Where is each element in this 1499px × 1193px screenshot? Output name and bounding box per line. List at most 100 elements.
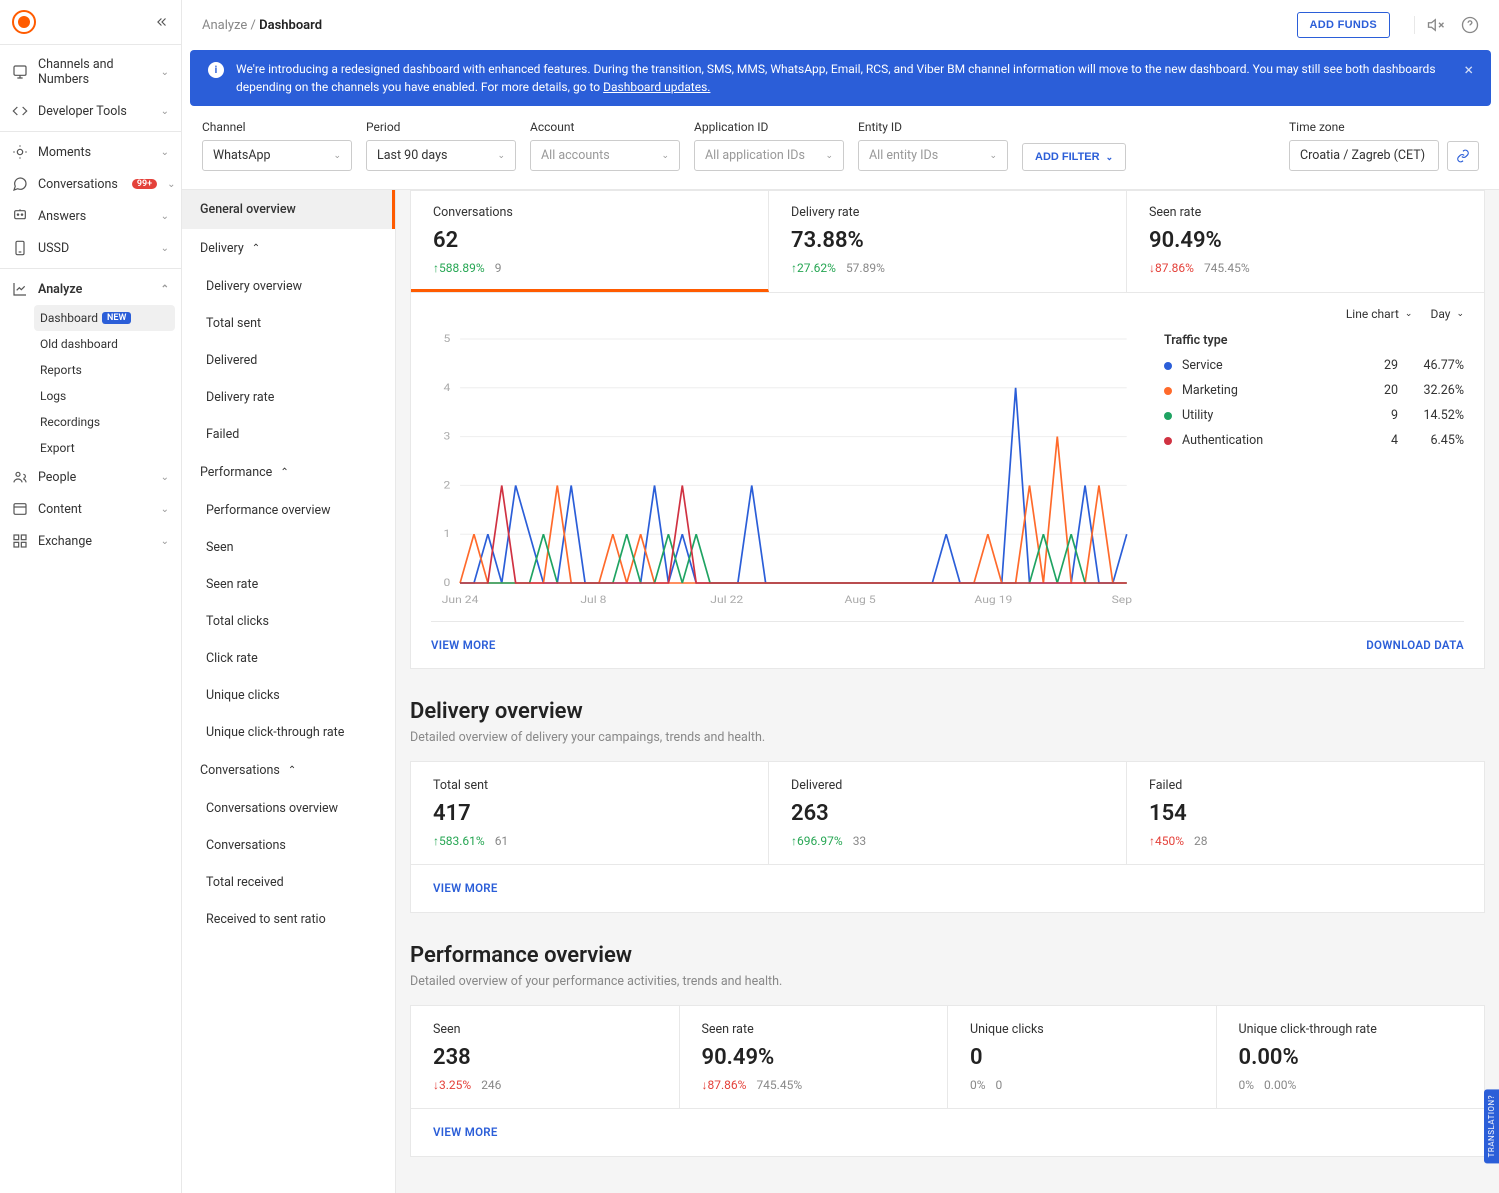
bs-seen[interactable]: Seen bbox=[182, 529, 395, 566]
nav-conversations[interactable]: Conversations 99+ ⌄ bbox=[0, 168, 181, 200]
legend-row[interactable]: Authentication 4 6.45% bbox=[1164, 433, 1464, 448]
add-filter-button[interactable]: ADD FILTER⌄ bbox=[1022, 143, 1126, 171]
entity-id-select[interactable]: All entity IDs⌄ bbox=[858, 140, 1008, 171]
svg-text:Jul 8: Jul 8 bbox=[580, 594, 606, 606]
legend-row[interactable]: Marketing 20 32.26% bbox=[1164, 383, 1464, 398]
bs-click-rate[interactable]: Click rate bbox=[182, 640, 395, 677]
card-delta: ↑696.97% bbox=[791, 834, 843, 848]
bs-conversations-group[interactable]: Conversations⌃ bbox=[182, 751, 395, 790]
filter-label-account: Account bbox=[530, 120, 680, 134]
chevron-down-icon: ⌄ bbox=[161, 67, 169, 78]
bs-delivered[interactable]: Delivered bbox=[182, 342, 395, 379]
banner-close-icon[interactable]: × bbox=[1464, 60, 1473, 79]
bs-seen-rate[interactable]: Seen rate bbox=[182, 566, 395, 603]
bs-unique-clicks[interactable]: Unique clicks bbox=[182, 677, 395, 714]
app-logo[interactable] bbox=[12, 10, 36, 34]
translation-tag[interactable]: TRANSLATION? bbox=[1484, 1089, 1499, 1163]
conversations-icon bbox=[12, 176, 28, 192]
metric-card[interactable]: Unique clicks 0 0%0 bbox=[948, 1006, 1217, 1108]
chart-type-select[interactable]: Line chart ⌄ bbox=[1346, 307, 1413, 321]
metric-delivery-rate[interactable]: Delivery rate 73.88% ↑27.62%57.89% bbox=[769, 191, 1127, 292]
legend-row[interactable]: Utility 9 14.52% bbox=[1164, 408, 1464, 423]
card-delta: 0% bbox=[970, 1078, 986, 1092]
bs-delivery-rate[interactable]: Delivery rate bbox=[182, 379, 395, 416]
bs-performance-overview[interactable]: Performance overview bbox=[182, 492, 395, 529]
performance-view-more[interactable]: VIEW MORE bbox=[433, 1125, 498, 1139]
bs-total-received[interactable]: Total received bbox=[182, 864, 395, 901]
nav-analyze-logs[interactable]: Logs bbox=[40, 383, 181, 409]
card-value: 263 bbox=[791, 801, 1104, 826]
chevron-down-icon: ⌄ bbox=[661, 151, 669, 161]
moments-icon bbox=[12, 144, 28, 160]
bs-conversations[interactable]: Conversations bbox=[182, 827, 395, 864]
card-value: 90.49% bbox=[702, 1045, 926, 1070]
chevron-down-icon: ⌄ bbox=[989, 151, 997, 161]
nav-dev-tools[interactable]: Developer Tools ⌄ bbox=[0, 95, 181, 127]
account-select[interactable]: All accounts⌄ bbox=[530, 140, 680, 171]
nav-people[interactable]: People ⌄ bbox=[0, 461, 181, 493]
chart-granularity-select[interactable]: Day ⌄ bbox=[1430, 307, 1464, 321]
nav-content[interactable]: Content ⌄ bbox=[0, 493, 181, 525]
nav-channels[interactable]: Channels and Numbers ⌄ bbox=[0, 49, 181, 95]
notifications-mute-icon[interactable] bbox=[1427, 16, 1445, 34]
legend-dot-icon bbox=[1164, 437, 1172, 445]
metric-card[interactable]: Delivered 263 ↑696.97%33 bbox=[769, 762, 1127, 864]
nav-analyze[interactable]: Analyze ⌃ bbox=[0, 273, 181, 305]
add-funds-button[interactable]: ADD FUNDS bbox=[1297, 12, 1390, 38]
metric-conversations[interactable]: Conversations 62 ↑588.89%9 bbox=[411, 191, 769, 292]
bs-total-sent[interactable]: Total sent bbox=[182, 305, 395, 342]
nav-moments[interactable]: Moments ⌄ bbox=[0, 136, 181, 168]
nav-analyze-old-dashboard[interactable]: Old dashboard bbox=[40, 331, 181, 357]
share-link-button[interactable] bbox=[1447, 141, 1479, 171]
nav-analyze-export[interactable]: Export bbox=[40, 435, 181, 461]
channel-select[interactable]: WhatsApp⌄ bbox=[202, 140, 352, 171]
chevron-down-icon: ⌄ bbox=[497, 151, 505, 161]
period-select[interactable]: Last 90 days⌄ bbox=[366, 140, 516, 171]
chevron-down-icon: ⌄ bbox=[1106, 152, 1114, 163]
collapse-sidebar-icon[interactable] bbox=[155, 15, 169, 29]
bs-delivery-group[interactable]: Delivery⌃ bbox=[182, 229, 395, 268]
nav-answers[interactable]: Answers ⌄ bbox=[0, 200, 181, 232]
svg-text:Jun 24: Jun 24 bbox=[442, 594, 479, 606]
nav-analyze-reports[interactable]: Reports bbox=[40, 357, 181, 383]
metric-card[interactable]: Seen rate 90.49% ↓87.86%745.45% bbox=[680, 1006, 949, 1108]
help-icon[interactable] bbox=[1461, 16, 1479, 34]
card-delta: ↓87.86% bbox=[702, 1078, 747, 1092]
svg-text:3: 3 bbox=[444, 431, 451, 443]
bs-delivery-overview[interactable]: Delivery overview bbox=[182, 268, 395, 305]
app-id-select[interactable]: All application IDs⌄ bbox=[694, 140, 844, 171]
card-value: 0.00% bbox=[1239, 1045, 1463, 1070]
card-label: Unique clicks bbox=[970, 1022, 1194, 1037]
metric-seen-rate[interactable]: Seen rate 90.49% ↓87.86%745.45% bbox=[1127, 191, 1484, 292]
bs-general-overview[interactable]: General overview bbox=[182, 190, 395, 229]
nav-ussd[interactable]: USSD ⌄ bbox=[0, 232, 181, 264]
bs-total-clicks[interactable]: Total clicks bbox=[182, 603, 395, 640]
exchange-icon bbox=[12, 533, 28, 549]
download-data-link[interactable]: DOWNLOAD DATA bbox=[1366, 638, 1464, 652]
bs-failed[interactable]: Failed bbox=[182, 416, 395, 453]
banner-link[interactable]: Dashboard updates. bbox=[603, 80, 710, 94]
card-label: Seen rate bbox=[702, 1022, 926, 1037]
filter-label-app-id: Application ID bbox=[694, 120, 844, 134]
bs-unique-ctr[interactable]: Unique click-through rate bbox=[182, 714, 395, 751]
nav-exchange[interactable]: Exchange ⌄ bbox=[0, 525, 181, 557]
nav-analyze-dashboard[interactable]: Dashboard NEW bbox=[34, 305, 175, 331]
card-secondary: 33 bbox=[853, 834, 867, 848]
chevron-up-icon: ⌃ bbox=[280, 467, 288, 478]
metric-card[interactable]: Total sent 417 ↑583.61%61 bbox=[411, 762, 769, 864]
bs-conversations-overview[interactable]: Conversations overview bbox=[182, 790, 395, 827]
metric-card[interactable]: Seen 238 ↓3.25%246 bbox=[411, 1006, 680, 1108]
chevron-down-icon: ⌄ bbox=[161, 536, 169, 547]
info-banner: i We're introducing a redesigned dashboa… bbox=[190, 50, 1491, 106]
bs-received-sent-ratio[interactable]: Received to sent ratio bbox=[182, 901, 395, 938]
view-more-link[interactable]: VIEW MORE bbox=[431, 638, 496, 652]
performance-subtitle: Detailed overview of your performance ac… bbox=[410, 974, 1485, 989]
card-label: Unique click-through rate bbox=[1239, 1022, 1463, 1037]
metric-card[interactable]: Failed 154 ↑450%28 bbox=[1127, 762, 1484, 864]
metric-card[interactable]: Unique click-through rate 0.00% 0%0.00% bbox=[1217, 1006, 1485, 1108]
legend-row[interactable]: Service 29 46.77% bbox=[1164, 358, 1464, 373]
delivery-view-more[interactable]: VIEW MORE bbox=[433, 881, 498, 895]
bs-performance-group[interactable]: Performance⌃ bbox=[182, 453, 395, 492]
nav-analyze-recordings[interactable]: Recordings bbox=[40, 409, 181, 435]
svg-text:1: 1 bbox=[444, 528, 451, 540]
